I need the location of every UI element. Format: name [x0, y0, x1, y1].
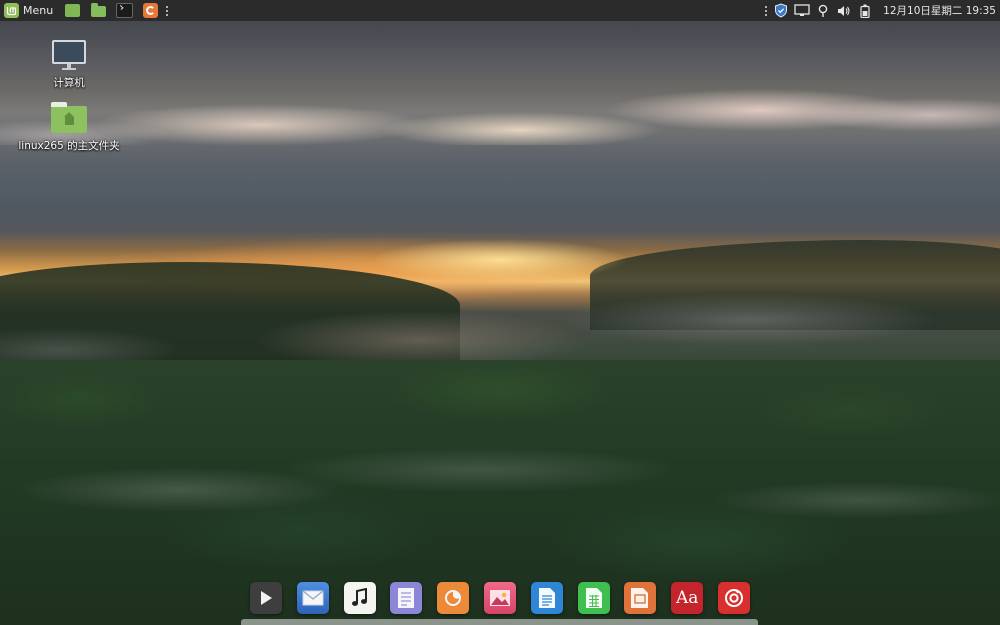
files-app-icon[interactable]	[62, 0, 82, 21]
desktop-icon-label: linux265 的主文件夹	[18, 140, 120, 152]
wallpaper-clouds	[0, 55, 1000, 145]
spreadsheet-icon[interactable]	[577, 582, 610, 614]
folder-icon[interactable]	[88, 0, 108, 21]
dock-bar	[241, 619, 758, 625]
desktop-icon-computer[interactable]: 计算机	[14, 40, 124, 90]
home-folder-icon	[51, 102, 87, 133]
presentation-icon[interactable]	[624, 582, 657, 614]
location-icon[interactable]	[813, 0, 833, 21]
volume-icon[interactable]	[834, 0, 854, 21]
netease-music-icon[interactable]	[717, 582, 750, 614]
desktop-icon-home-folder[interactable]: linux265 的主文件夹	[14, 102, 124, 153]
wallpaper-sunset-glow	[0, 215, 1000, 325]
notes-icon[interactable]	[390, 582, 423, 614]
firefox-icon[interactable]	[140, 0, 160, 21]
dock: Aa	[246, 578, 754, 618]
battery-icon[interactable]	[855, 0, 875, 21]
media-player-icon[interactable]	[250, 582, 282, 614]
firefox-icon[interactable]	[437, 582, 470, 614]
image-viewer-icon[interactable]	[483, 582, 516, 614]
menu-button[interactable]: Menu	[0, 0, 59, 21]
panel-separator-handle[interactable]	[163, 0, 171, 21]
wallpaper-mist	[0, 290, 1000, 410]
linux-mint-logo-icon	[4, 3, 19, 18]
computer-icon	[52, 40, 86, 64]
terminal-icon[interactable]	[114, 0, 134, 21]
wallpaper-hill-right	[590, 240, 1000, 330]
writer-icon[interactable]	[530, 582, 563, 614]
menu-label: Menu	[23, 4, 54, 17]
top-panel: Menu 12月10日星期二 19:35	[0, 0, 1000, 21]
display-icon[interactable]	[792, 0, 812, 21]
music-icon[interactable]	[343, 582, 376, 614]
desktop: Menu 12月10日星期二 19:35 计算机 linux265 的主文件夹 …	[0, 0, 1000, 625]
panel-right: 12月10日星期二 19:35	[762, 0, 1000, 21]
wallpaper-low-fog	[0, 440, 1000, 520]
desktop-icon-label: 计算机	[53, 77, 85, 89]
shield-icon[interactable]	[771, 0, 791, 21]
tray-separator-handle[interactable]	[762, 0, 770, 21]
mail-icon[interactable]	[296, 582, 329, 614]
clock[interactable]: 12月10日星期二 19:35	[883, 3, 996, 18]
wallpaper-hill-left	[0, 262, 460, 382]
dictionary-icon[interactable]: Aa	[671, 582, 704, 614]
panel-left: Menu	[0, 0, 171, 21]
